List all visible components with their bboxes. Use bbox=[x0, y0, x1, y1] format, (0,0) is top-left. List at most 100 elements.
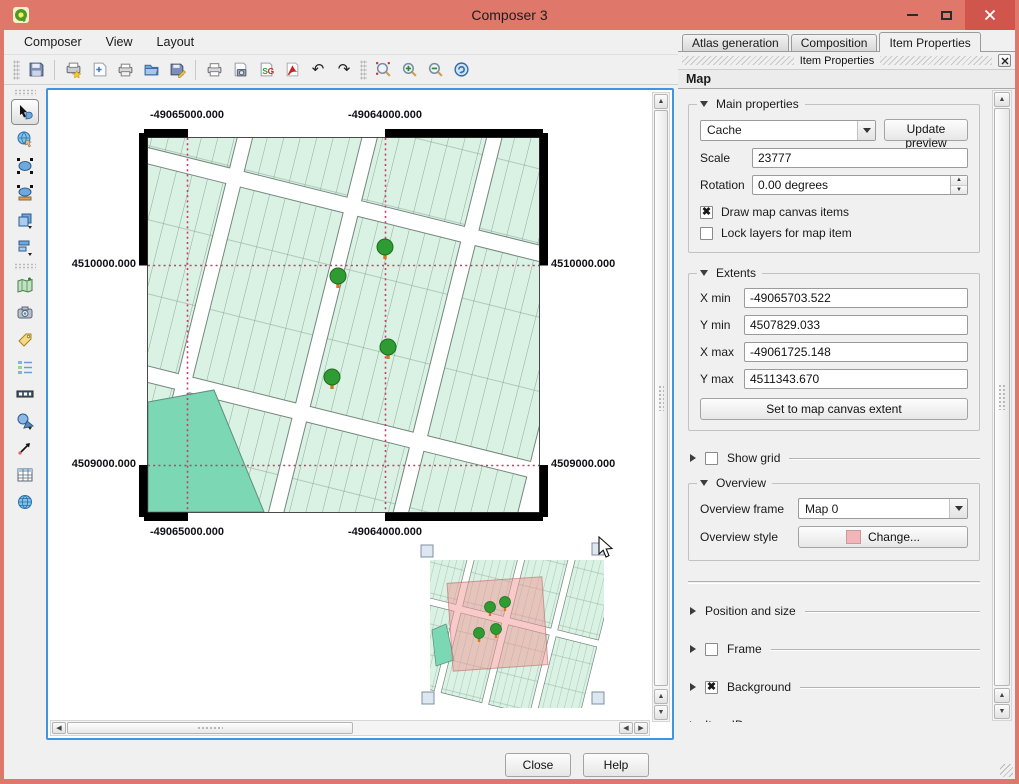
select-move-item-icon[interactable] bbox=[11, 99, 39, 125]
menu-composer[interactable]: Composer bbox=[12, 31, 94, 53]
group-extents-header[interactable]: Extents bbox=[697, 266, 762, 280]
minimize-button[interactable] bbox=[897, 0, 927, 30]
panel-vscroll-thumb[interactable] bbox=[994, 108, 1010, 686]
section-show-grid[interactable]: Show grid bbox=[690, 451, 980, 465]
draw-map-canvas-items-label: Draw map canvas items bbox=[721, 205, 849, 219]
xmin-label: X min bbox=[700, 291, 744, 305]
save-as-template-icon[interactable] bbox=[164, 58, 190, 82]
export-as-svg-icon[interactable]: SG bbox=[253, 58, 279, 82]
toolbox-handle[interactable] bbox=[14, 89, 36, 96]
menu-view[interactable]: View bbox=[94, 31, 145, 53]
zoom-in-icon[interactable] bbox=[396, 58, 422, 82]
scroll-right-icon[interactable]: ▶ bbox=[634, 722, 648, 734]
save-icon[interactable] bbox=[23, 58, 49, 82]
lock-layers-checkbox[interactable] bbox=[700, 227, 713, 240]
overview-style-label: Overview style bbox=[700, 530, 798, 544]
update-preview-button[interactable]: Update preview bbox=[884, 119, 968, 141]
raise-selected-items-icon[interactable] bbox=[11, 207, 39, 233]
toolbar-handle-2[interactable] bbox=[360, 60, 367, 80]
zoom-full-icon[interactable] bbox=[370, 58, 396, 82]
add-arrow-icon[interactable] bbox=[11, 435, 39, 461]
scroll-down-icon[interactable]: ▼ bbox=[994, 704, 1010, 719]
redo-icon[interactable]: ↷ bbox=[331, 58, 357, 82]
tab-composition[interactable]: Composition bbox=[791, 34, 878, 51]
ymax-input[interactable] bbox=[744, 369, 968, 389]
show-grid-checkbox[interactable] bbox=[705, 452, 718, 465]
scroll-up2-icon[interactable]: ▲ bbox=[994, 688, 1010, 703]
duplicate-composer-icon[interactable] bbox=[86, 58, 112, 82]
section-position-and-size[interactable]: Position and size bbox=[690, 604, 980, 618]
canvas-vscrollbar[interactable]: ▲ ▲ ▼ bbox=[652, 92, 670, 722]
undo-icon[interactable]: ↶ bbox=[305, 58, 331, 82]
dock-close-button[interactable] bbox=[998, 54, 1011, 67]
add-attribute-table-icon[interactable] bbox=[11, 462, 39, 488]
resize-grip[interactable] bbox=[1000, 764, 1013, 777]
composition-page[interactable] bbox=[48, 90, 672, 738]
load-from-template-icon[interactable] bbox=[138, 58, 164, 82]
draw-map-canvas-items-checkbox[interactable] bbox=[700, 206, 713, 219]
section-item-id[interactable]: Item ID bbox=[690, 718, 980, 722]
composer-manager-icon[interactable] bbox=[112, 58, 138, 82]
overview-frame-combo[interactable]: Map 0 bbox=[798, 498, 968, 519]
rotation-label: Rotation bbox=[700, 178, 752, 192]
scroll-down-icon[interactable]: ▼ bbox=[654, 705, 668, 720]
canvas-hscroll-thumb[interactable] bbox=[67, 722, 353, 734]
xmax-input[interactable] bbox=[744, 342, 968, 362]
close-button[interactable]: Close bbox=[505, 753, 571, 777]
canvas-vscroll-thumb[interactable] bbox=[654, 110, 668, 686]
overview-style-change-button[interactable]: Change... bbox=[798, 526, 968, 548]
composition-canvas[interactable]: -49065000.000 -49064000.000 -49065000.00… bbox=[46, 88, 674, 740]
zoom-out-icon[interactable] bbox=[422, 58, 448, 82]
frame-checkbox[interactable] bbox=[705, 643, 718, 656]
section-frame[interactable]: Frame bbox=[690, 642, 980, 656]
add-new-map-icon[interactable] bbox=[11, 273, 39, 299]
align-selected-items-icon[interactable] bbox=[11, 234, 39, 260]
panel-vscrollbar[interactable]: ▲ ▲ ▼ bbox=[992, 90, 1012, 721]
group-overview-header[interactable]: Overview bbox=[697, 476, 772, 490]
group-main-properties-header[interactable]: Main properties bbox=[697, 97, 805, 111]
grid-label-top-right: -49064000.000 bbox=[330, 109, 440, 121]
map1-overview-item[interactable] bbox=[394, 515, 619, 727]
toolbar-handle[interactable] bbox=[13, 60, 20, 80]
scroll-left-icon[interactable]: ◀ bbox=[52, 722, 66, 734]
scroll-up-icon[interactable]: ▲ bbox=[994, 92, 1010, 107]
toolbox-handle-2[interactable] bbox=[14, 263, 36, 270]
spinner-buttons[interactable]: ▲▼ bbox=[950, 176, 967, 194]
menu-layout[interactable]: Layout bbox=[145, 31, 207, 53]
section-background[interactable]: Background bbox=[690, 680, 980, 694]
new-composer-icon[interactable] bbox=[60, 58, 86, 82]
add-html-frame-icon[interactable] bbox=[11, 489, 39, 515]
maximize-button[interactable] bbox=[931, 0, 961, 30]
export-as-pdf-icon[interactable] bbox=[279, 58, 305, 82]
background-checkbox[interactable] bbox=[705, 681, 718, 694]
export-as-image-icon[interactable] bbox=[227, 58, 253, 82]
add-image-icon[interactable] bbox=[11, 300, 39, 326]
rotation-spinbox[interactable]: 0.00 degrees ▲▼ bbox=[752, 175, 968, 195]
item-toolbox bbox=[4, 86, 45, 779]
add-label-icon[interactable] bbox=[11, 327, 39, 353]
preview-mode-combo[interactable]: Cache bbox=[700, 120, 876, 141]
item-properties-panel: Atlas generation Composition Item Proper… bbox=[678, 30, 1015, 724]
canvas-hscrollbar[interactable]: ◀ ◀ ▶ bbox=[50, 720, 650, 736]
help-button[interactable]: Help bbox=[583, 753, 649, 777]
group-items-icon[interactable] bbox=[11, 153, 39, 179]
tab-item-properties[interactable]: Item Properties bbox=[879, 32, 980, 52]
add-basic-shape-icon[interactable] bbox=[11, 408, 39, 434]
add-new-legend-icon[interactable] bbox=[11, 354, 39, 380]
set-to-map-canvas-extent-button[interactable]: Set to map canvas extent bbox=[700, 398, 968, 420]
scroll-up2-icon[interactable]: ▲ bbox=[654, 689, 668, 704]
ymin-input[interactable] bbox=[744, 315, 968, 335]
scale-input[interactable] bbox=[752, 148, 968, 168]
tab-atlas-generation[interactable]: Atlas generation bbox=[682, 34, 789, 51]
scroll-left2-icon[interactable]: ◀ bbox=[619, 722, 633, 734]
ungroup-items-icon[interactable] bbox=[11, 180, 39, 206]
close-window-button[interactable] bbox=[965, 0, 1015, 30]
xmin-input[interactable] bbox=[744, 288, 968, 308]
print-icon[interactable] bbox=[201, 58, 227, 82]
add-new-scalebar-icon[interactable] bbox=[11, 381, 39, 407]
move-item-content-icon[interactable] bbox=[11, 126, 39, 152]
refresh-view-icon[interactable] bbox=[448, 58, 474, 82]
scroll-up-icon[interactable]: ▲ bbox=[654, 94, 668, 109]
grid-label-bottom-left: -49065000.000 bbox=[132, 526, 242, 538]
expand-icon bbox=[690, 454, 696, 462]
